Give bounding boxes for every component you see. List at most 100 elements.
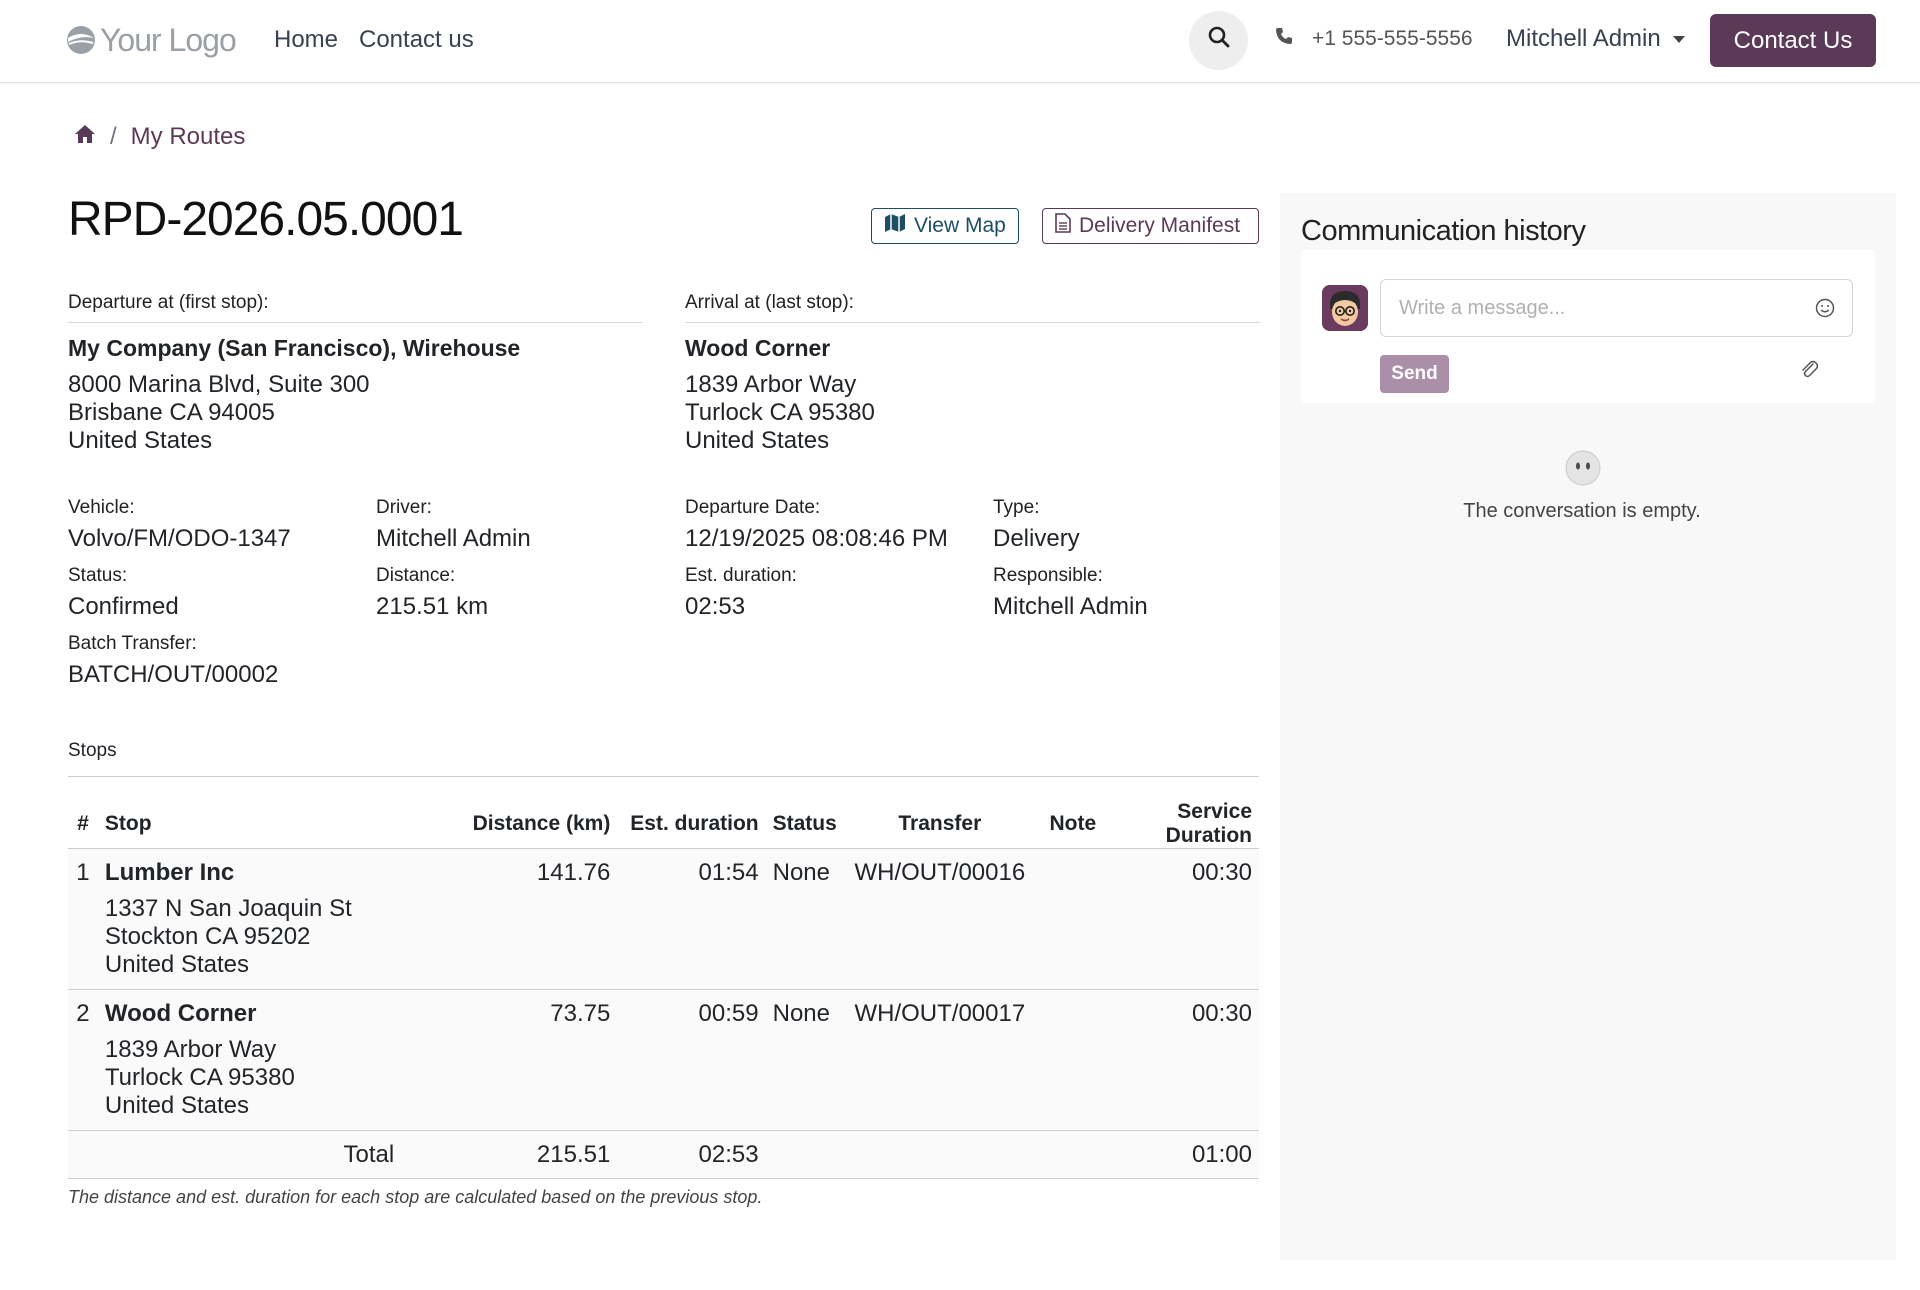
stop-address-line: 1839 Arbor Way	[104, 1036, 277, 1063]
stop-cell: Wood Corner 1839 Arbor Way Turlock CA 95…	[97, 989, 402, 1131]
departure-line-3: United States	[68, 427, 213, 454]
type-field: Type: Delivery	[993, 497, 1080, 553]
breadcrumb-separator: /	[110, 123, 117, 150]
delivery-manifest-label: Delivery Manifest	[1079, 214, 1241, 237]
total-distance: 215.51	[401, 1130, 618, 1179]
nav-link-home[interactable]: Home	[274, 26, 338, 54]
table-row: 2 Wood Corner 1839 Arbor Way Turlock CA …	[68, 989, 1259, 1131]
phone-number: +1 555-555-5556	[1312, 27, 1473, 50]
stop-transfer: WH/OUT/00017	[847, 989, 1033, 1131]
distance-value: 215.51 km	[376, 593, 489, 620]
stops-section-label: Stops	[68, 740, 117, 761]
responsible-value: Mitchell Admin	[993, 593, 1148, 620]
stop-duration: 01:54	[617, 848, 766, 990]
search-icon	[1207, 25, 1231, 56]
responsible-label: Responsible:	[993, 565, 1103, 586]
stops-divider	[68, 776, 1259, 777]
distance-field: Distance: 215.51 km	[376, 565, 488, 621]
delivery-manifest-button[interactable]: Delivery Manifest	[1042, 208, 1259, 244]
total-label: Total	[97, 1130, 402, 1179]
type-value: Delivery	[993, 525, 1080, 552]
avatar	[1322, 285, 1368, 331]
type-label: Type:	[993, 497, 1040, 518]
distance-label: Distance:	[376, 565, 456, 586]
message-input[interactable]: Write a message...	[1380, 279, 1853, 337]
stops-footnote: The distance and est. duration for each …	[68, 1187, 763, 1207]
est-duration-label: Est. duration:	[685, 565, 797, 586]
user-menu-dropdown[interactable]: Mitchell Admin	[1506, 25, 1685, 53]
status-value: Confirmed	[68, 593, 179, 620]
total-row: Total 215.51 02:53 01:00	[68, 1130, 1259, 1179]
send-button[interactable]: Send	[1380, 355, 1449, 393]
stop-duration: 00:59	[617, 989, 766, 1131]
departure-date-value: 12/19/2025 08:08:46 PM	[685, 525, 948, 552]
total-duration: 02:53	[617, 1130, 766, 1179]
departure-address: Departure at (first stop): My Company (S…	[68, 292, 643, 455]
table-row: 1 Lumber Inc 1337 N San Joaquin St Stock…	[68, 848, 1259, 990]
driver-value: Mitchell Admin	[376, 525, 531, 552]
driver-field: Driver: Mitchell Admin	[376, 497, 531, 553]
empty-conversation-text: The conversation is empty.	[1463, 500, 1701, 522]
user-name: Mitchell Admin	[1506, 25, 1661, 52]
batch-transfer-label: Batch Transfer:	[68, 633, 197, 654]
total-empty	[765, 1130, 848, 1179]
contact-us-button[interactable]: Contact Us	[1710, 14, 1876, 67]
total-spacer	[68, 1130, 98, 1179]
page-title: RPD-2026.05.0001	[68, 193, 464, 246]
column-header-stop: Stop	[97, 800, 402, 849]
stop-note	[1032, 848, 1114, 990]
emoji-icon[interactable]	[1814, 297, 1836, 326]
home-icon[interactable]	[74, 123, 96, 151]
est-duration-value: 02:53	[685, 593, 746, 620]
breadcrumb-my-routes[interactable]: My Routes	[131, 123, 246, 151]
vehicle-field: Vehicle: Volvo/FM/ODO-1347	[68, 497, 291, 553]
est-duration-field: Est. duration: 02:53	[685, 565, 797, 621]
view-map-button[interactable]: View Map	[871, 208, 1019, 244]
column-header-service-duration: Service Duration	[1113, 800, 1259, 849]
batch-transfer-value: BATCH/OUT/00002	[68, 661, 279, 688]
stop-address-line: Stockton CA 95202	[104, 923, 311, 950]
empty-face-icon	[1565, 450, 1601, 493]
phone-icon	[1274, 26, 1294, 52]
departure-date-field: Departure Date: 12/19/2025 08:08:46 PM	[685, 497, 948, 553]
vehicle-label: Vehicle:	[68, 497, 135, 518]
stop-distance: 73.75	[401, 989, 618, 1131]
arrival-line-2: Turlock CA 95380	[685, 399, 875, 426]
departure-line-2: Brisbane CA 94005	[68, 399, 275, 426]
nav-link-contact[interactable]: Contact us	[359, 26, 474, 54]
stop-note	[1032, 989, 1114, 1131]
stop-address-line: 1337 N San Joaquin St	[104, 895, 352, 922]
logo-text: Your Logo	[100, 21, 237, 58]
view-map-label: View Map	[914, 214, 1006, 237]
phone-link[interactable]: +1 555-555-5556	[1274, 26, 1473, 52]
top-navbar: Your Logo Home Contact us +1 555-555-555…	[0, 0, 1920, 83]
communication-title: Communication history	[1301, 215, 1586, 247]
stop-address-line: United States	[104, 951, 249, 978]
column-header-transfer: Transfer	[847, 800, 1033, 849]
column-header-note: Note	[1032, 800, 1114, 849]
company-logo[interactable]: Your Logo	[66, 20, 237, 60]
arrival-line-1: 1839 Arbor Way	[685, 371, 857, 398]
departure-label: Departure at (first stop):	[68, 292, 643, 323]
map-icon	[884, 213, 906, 239]
stops-header-row: # Stop Distance (km) Est. duration Statu…	[68, 800, 1259, 849]
breadcrumb: / My Routes	[74, 123, 245, 151]
stop-service-duration: 00:30	[1113, 989, 1259, 1131]
arrival-label: Arrival at (last stop):	[685, 292, 1260, 323]
departure-line-1: 8000 Marina Blvd, Suite 300	[68, 371, 370, 398]
caret-down-icon	[1672, 35, 1685, 43]
stop-number: 2	[68, 989, 98, 1131]
logo-icon	[66, 25, 96, 55]
paperclip-icon[interactable]	[1798, 358, 1820, 387]
stop-service-duration: 00:30	[1113, 848, 1259, 990]
status-label: Status:	[68, 565, 128, 586]
stop-transfer: WH/OUT/00016	[847, 848, 1033, 990]
stop-distance: 141.76	[401, 848, 618, 990]
column-header-distance: Distance (km)	[401, 800, 618, 849]
total-empty	[847, 1130, 1033, 1179]
batch-transfer-field: Batch Transfer: BATCH/OUT/00002	[68, 633, 278, 689]
arrival-address: Arrival at (last stop): Wood Corner 1839…	[685, 292, 1260, 455]
stop-address-line: Turlock CA 95380	[104, 1064, 295, 1091]
total-service-duration: 01:00	[1113, 1130, 1259, 1179]
search-button[interactable]	[1189, 11, 1248, 70]
